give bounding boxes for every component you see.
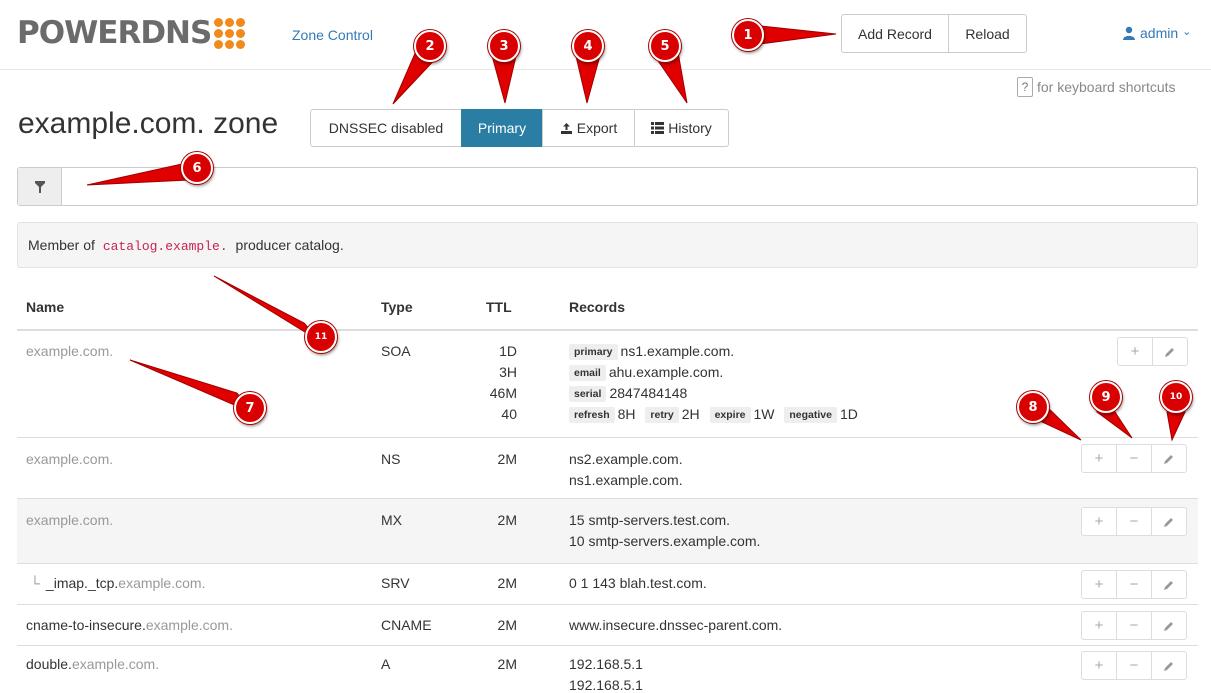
logo-text: POWERDNS (17, 15, 212, 51)
catalog-name: catalog.example. (102, 239, 228, 254)
row-actions: + − (1081, 444, 1187, 473)
filter-icon (18, 168, 62, 205)
row-actions: + − (1081, 651, 1187, 680)
edit-icon[interactable] (1151, 444, 1187, 473)
record-type: CNAME (381, 617, 432, 633)
record-ttl: 1D 3H 46M 40 (489, 343, 517, 422)
record-values: primary ns1.example.com. email ahu.example… (569, 341, 858, 425)
page-title: example.com. zone (18, 107, 279, 140)
annotation-badge: 10 (1160, 381, 1192, 413)
record-type: SOA (381, 343, 411, 359)
record-name[interactable]: double.example.com. (26, 654, 159, 675)
record-name[interactable]: example.com. (26, 510, 113, 531)
add-icon[interactable]: + (1081, 611, 1117, 640)
edit-icon[interactable] (1152, 337, 1188, 366)
edit-icon[interactable] (1151, 507, 1187, 536)
annotation-badge: 5 (649, 30, 681, 62)
record-name[interactable]: └ _imap._tcp.example.com. (30, 573, 205, 594)
record-ttl: 2M (497, 512, 517, 528)
annotation-badge: 3 (488, 30, 520, 62)
annotation-badge: 4 (572, 30, 604, 62)
record-name[interactable]: example.com. (26, 449, 113, 470)
remove-icon[interactable]: − (1116, 651, 1152, 680)
user-menu[interactable]: admin ⌄ (1122, 25, 1191, 41)
edit-icon[interactable] (1151, 611, 1187, 640)
record-type: NS (381, 451, 401, 467)
row-actions: + − (1081, 570, 1187, 599)
export-icon (560, 122, 572, 134)
annotation-badge: 7 (234, 392, 266, 424)
chevron-down-icon: ⌄ (1182, 25, 1192, 38)
record-values: 15 smtp-servers.test.com. 10 smtp-servers… (569, 512, 761, 549)
shortcut-text: for keyboard shortcuts (1037, 79, 1176, 95)
export-label: Export (576, 120, 618, 136)
keyboard-shortcuts-hint[interactable]: ? for keyboard shortcuts (1017, 77, 1176, 97)
record-type: MX (381, 512, 402, 528)
tree-branch-icon: └ (30, 575, 40, 591)
row-actions: + − (1081, 507, 1187, 536)
primary-button[interactable]: Primary (461, 109, 543, 147)
row-actions: + (1117, 337, 1188, 366)
logo-dots-icon (214, 17, 246, 49)
add-icon[interactable]: + (1081, 444, 1117, 473)
header-name[interactable]: Name (26, 299, 64, 315)
header-type[interactable]: Type (381, 299, 413, 315)
export-button[interactable]: Export (542, 109, 635, 147)
record-values: 192.168.5.1 192.168.5.1 (569, 656, 643, 693)
add-icon[interactable]: + (1117, 337, 1153, 366)
record-values: www.insecure.dnssec-parent.com. (569, 617, 783, 633)
annotation-badge: 1 (732, 19, 764, 51)
table-row: example.com. SOA 1D 3H 46M 40 primary ns1.ex… (17, 331, 1198, 438)
edit-icon[interactable] (1151, 570, 1187, 599)
history-button[interactable]: History (634, 109, 729, 147)
catalog-suffix: producer catalog. (235, 237, 344, 253)
reload-button[interactable]: Reload (949, 14, 1027, 53)
annotation-badge: 6 (181, 152, 213, 184)
history-label: History (668, 120, 712, 136)
record-ttl: 2M (497, 451, 517, 467)
user-icon (1123, 26, 1135, 40)
edit-icon[interactable] (1151, 651, 1187, 680)
table-row: └ _imap._tcp.example.com. SRV 2M 0 1 143 … (17, 564, 1198, 605)
record-type: SRV (381, 575, 410, 591)
annotation-badge: 2 (414, 30, 446, 62)
record-ttl: 2M (497, 575, 517, 591)
table-row: double.example.com. A 2M 192.168.5.1 192.… (17, 646, 1198, 693)
navbar: POWERDNS Zone Control Add Record Reload … (0, 0, 1211, 70)
question-key: ? (1017, 77, 1033, 97)
filter-input[interactable] (62, 168, 1197, 205)
record-ttl: 2M (497, 617, 517, 633)
record-name[interactable]: example.com. (26, 341, 113, 362)
add-icon[interactable]: + (1081, 570, 1117, 599)
remove-icon[interactable]: − (1116, 507, 1152, 536)
remove-icon[interactable]: − (1116, 570, 1152, 599)
record-name[interactable]: cname-to-insecure.example.com. (26, 615, 233, 636)
add-record-button[interactable]: Add Record (841, 14, 949, 53)
table-row: cname-to-insecure.example.com. CNAME 2M … (17, 605, 1198, 646)
zone-control-link[interactable]: Zone Control (292, 27, 373, 43)
powerdns-logo[interactable]: POWERDNS (17, 15, 246, 51)
catalog-notice: Member of catalog.example. producer cata… (17, 222, 1198, 268)
list-icon (651, 122, 665, 134)
zone-button-group: DNSSEC disabled Primary Export History (310, 109, 729, 147)
table-row: example.com. MX 2M 15 smtp-servers.test.… (17, 499, 1198, 564)
remove-icon[interactable]: − (1116, 444, 1152, 473)
table-row: example.com. NS 2M ns2.example.com. ns1.e… (17, 438, 1198, 499)
user-name: admin (1140, 25, 1179, 41)
catalog-prefix: Member of (28, 237, 95, 253)
record-ttl: 2M (497, 656, 517, 672)
dnssec-button[interactable]: DNSSEC disabled (310, 109, 462, 147)
header-records[interactable]: Records (569, 299, 625, 315)
add-icon[interactable]: + (1081, 651, 1117, 680)
annotation-badge: 8 (1017, 391, 1049, 423)
annotation-badge: 9 (1090, 381, 1122, 413)
record-values: ns2.example.com. ns1.example.com. (569, 451, 683, 488)
record-values: 0 1 143 blah.test.com. (569, 575, 707, 591)
annotation-badge: 11 (305, 321, 337, 353)
record-type: A (381, 656, 391, 672)
add-icon[interactable]: + (1081, 507, 1117, 536)
remove-icon[interactable]: − (1116, 611, 1152, 640)
row-actions: + − (1081, 611, 1187, 640)
header-ttl[interactable]: TTL (486, 299, 512, 315)
